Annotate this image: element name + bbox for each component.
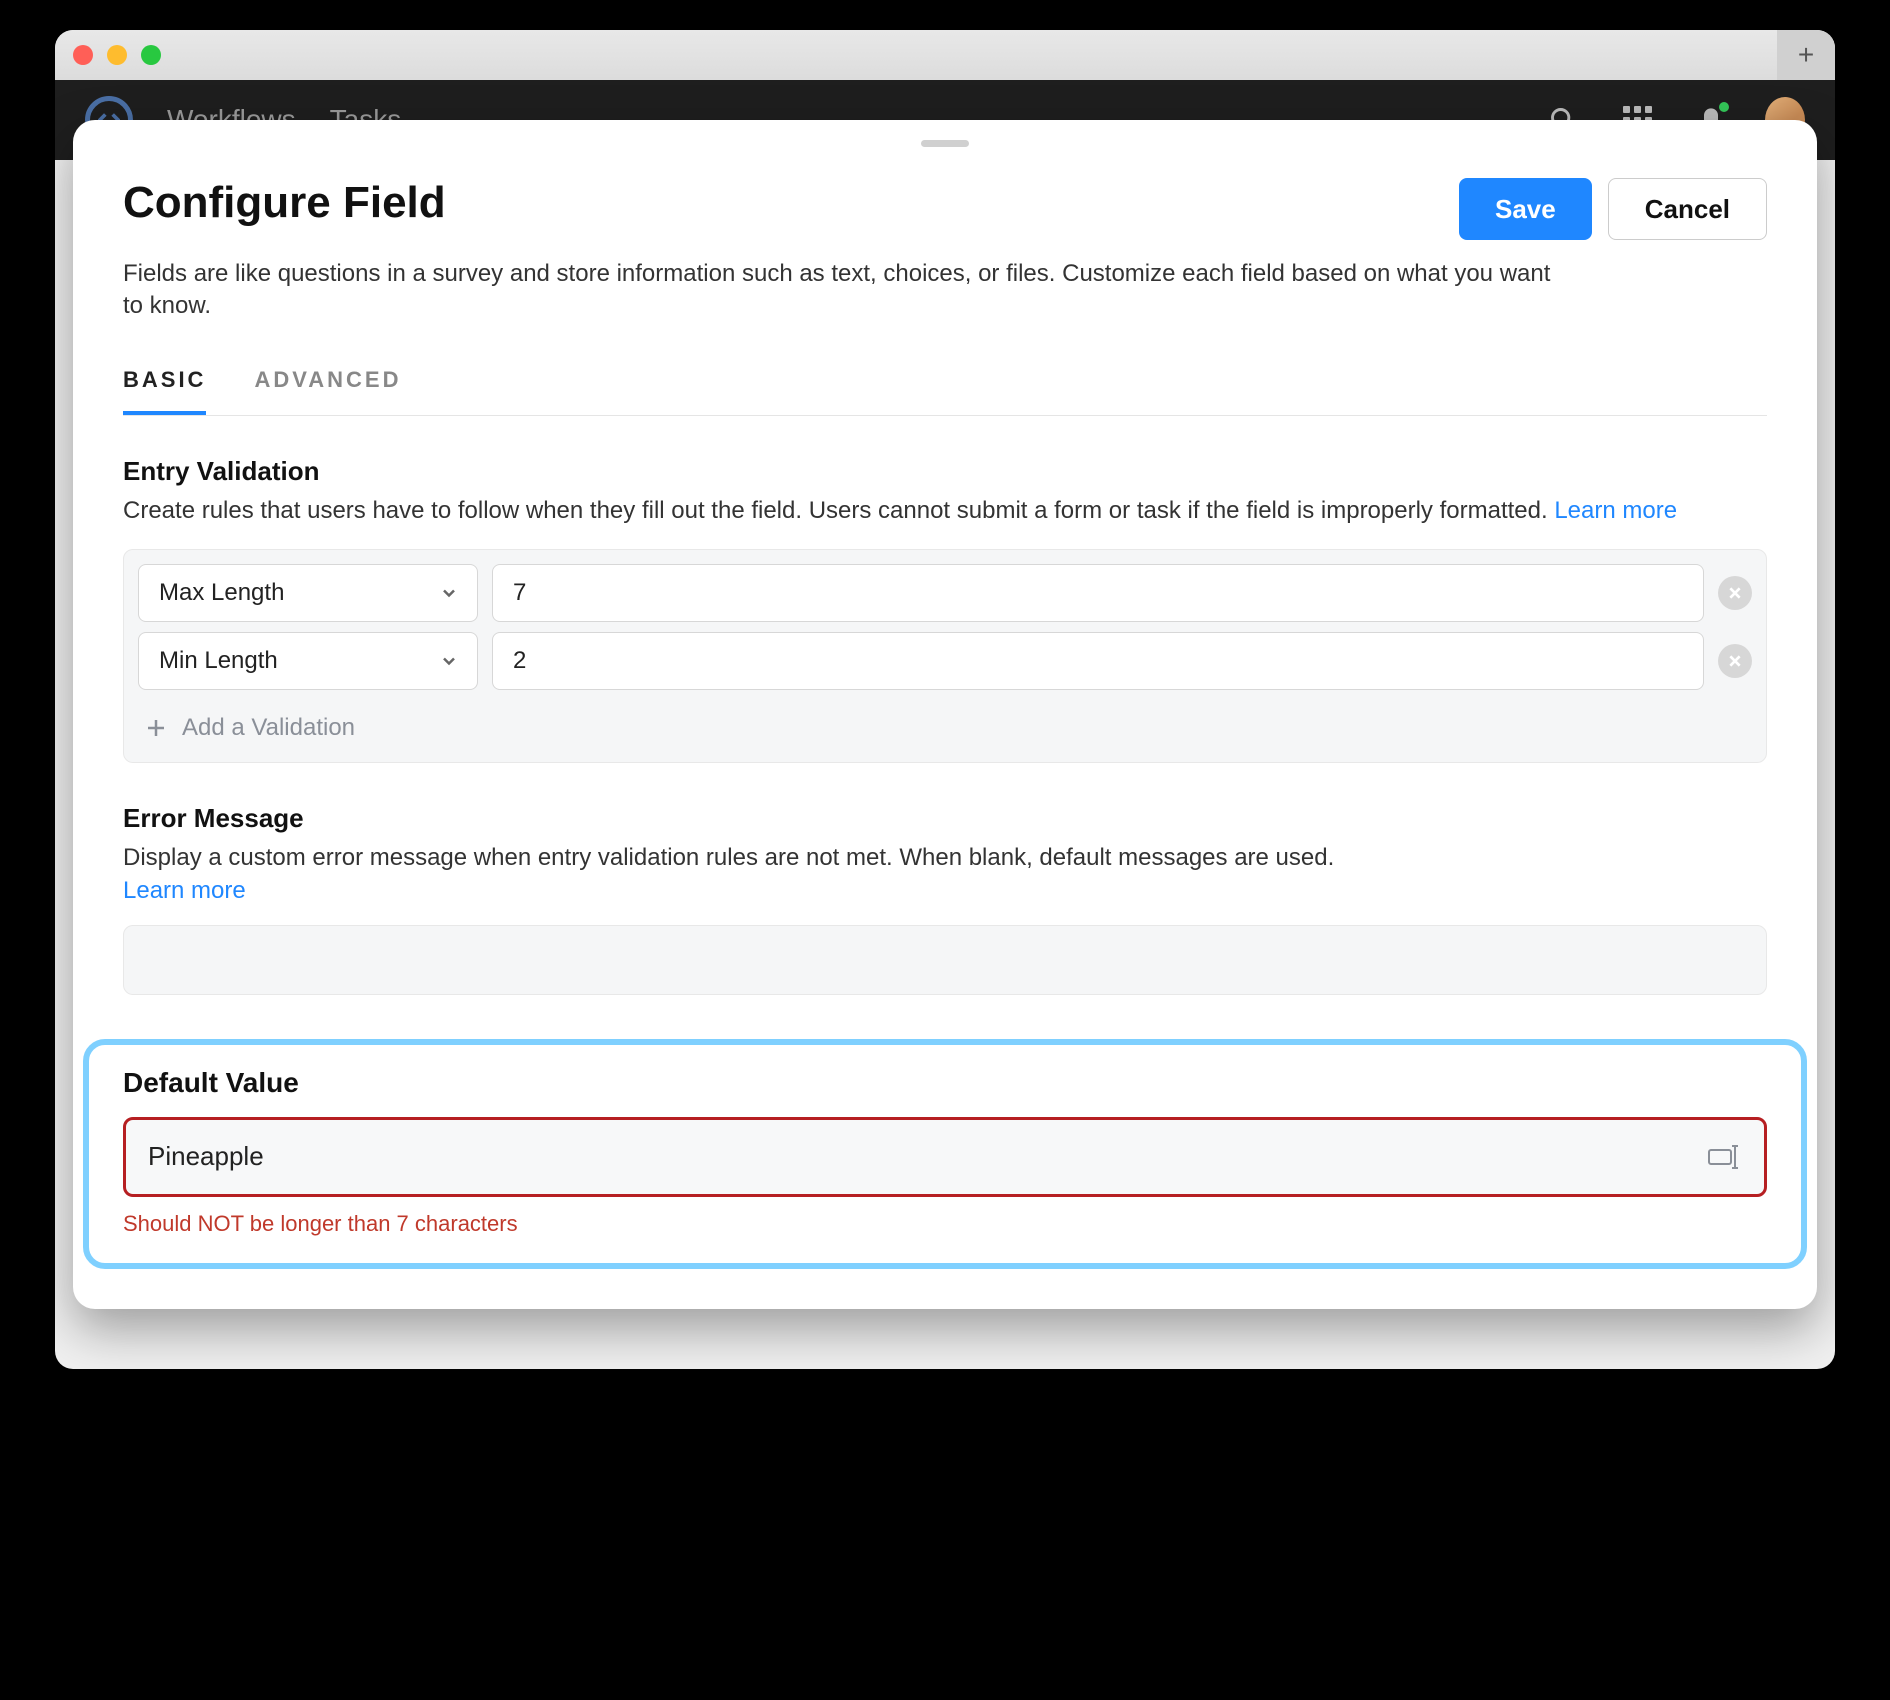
traffic-lights [73,45,161,65]
error-message-learn-more-link[interactable]: Learn more [123,877,246,904]
validation-value-input[interactable] [492,632,1704,690]
default-value-error-text: Should NOT be longer than 7 characters [123,1211,1767,1237]
chevron-down-icon [439,651,459,671]
app-window: + Workflows Tasks Configure Field [55,30,1835,1369]
tab-bar: BASIC ADVANCED [123,367,1767,416]
tab-basic[interactable]: BASIC [123,367,206,415]
text-field-icon [1708,1144,1742,1170]
remove-validation-button[interactable] [1718,576,1752,610]
error-message-section: Error Message Display a custom error mes… [123,803,1767,995]
error-message-description: Display a custom error message when entr… [123,842,1767,907]
remove-validation-button[interactable] [1718,644,1752,678]
validation-type-select[interactable]: Max Length [138,564,478,622]
plus-icon [144,716,168,740]
default-value-section: Default Value Pineapple Should NOT be lo… [83,1039,1807,1269]
validation-type-label: Min Length [159,647,278,675]
page-description: Fields are like questions in a survey an… [123,258,1553,323]
validation-rule-row: Max Length [138,564,1752,622]
entry-validation-section: Entry Validation Create rules that users… [123,456,1767,763]
validation-type-label: Max Length [159,579,284,607]
entry-validation-learn-more-link[interactable]: Learn more [1554,497,1677,524]
tab-advanced[interactable]: ADVANCED [254,367,401,415]
save-button[interactable]: Save [1459,178,1592,240]
validation-value-input[interactable] [492,564,1704,622]
default-value-input[interactable]: Pineapple [123,1117,1767,1197]
window-close-button[interactable] [73,45,93,65]
new-tab-button[interactable]: + [1777,30,1835,80]
cancel-button[interactable]: Cancel [1608,178,1767,240]
sheet-grabber[interactable] [921,140,969,147]
add-validation-button[interactable]: Add a Validation [138,700,1752,748]
default-value-title: Default Value [123,1067,1767,1099]
chevron-down-icon [439,583,459,603]
error-message-title: Error Message [123,803,1767,834]
default-value-text: Pineapple [148,1141,264,1172]
validation-type-select[interactable]: Min Length [138,632,478,690]
window-titlebar: + [55,30,1835,80]
entry-validation-title: Entry Validation [123,456,1767,487]
validation-rule-row: Min Length [138,632,1752,690]
add-validation-label: Add a Validation [182,714,355,742]
notification-dot-icon [1719,102,1729,112]
entry-validation-description: Create rules that users have to follow w… [123,495,1767,527]
error-message-input[interactable] [123,925,1767,995]
validation-rules-box: Max Length Min Length [123,549,1767,763]
window-zoom-button[interactable] [141,45,161,65]
configure-field-sheet: Configure Field Save Cancel Fields are l… [73,120,1817,1309]
window-minimize-button[interactable] [107,45,127,65]
page-title: Configure Field [123,178,446,228]
